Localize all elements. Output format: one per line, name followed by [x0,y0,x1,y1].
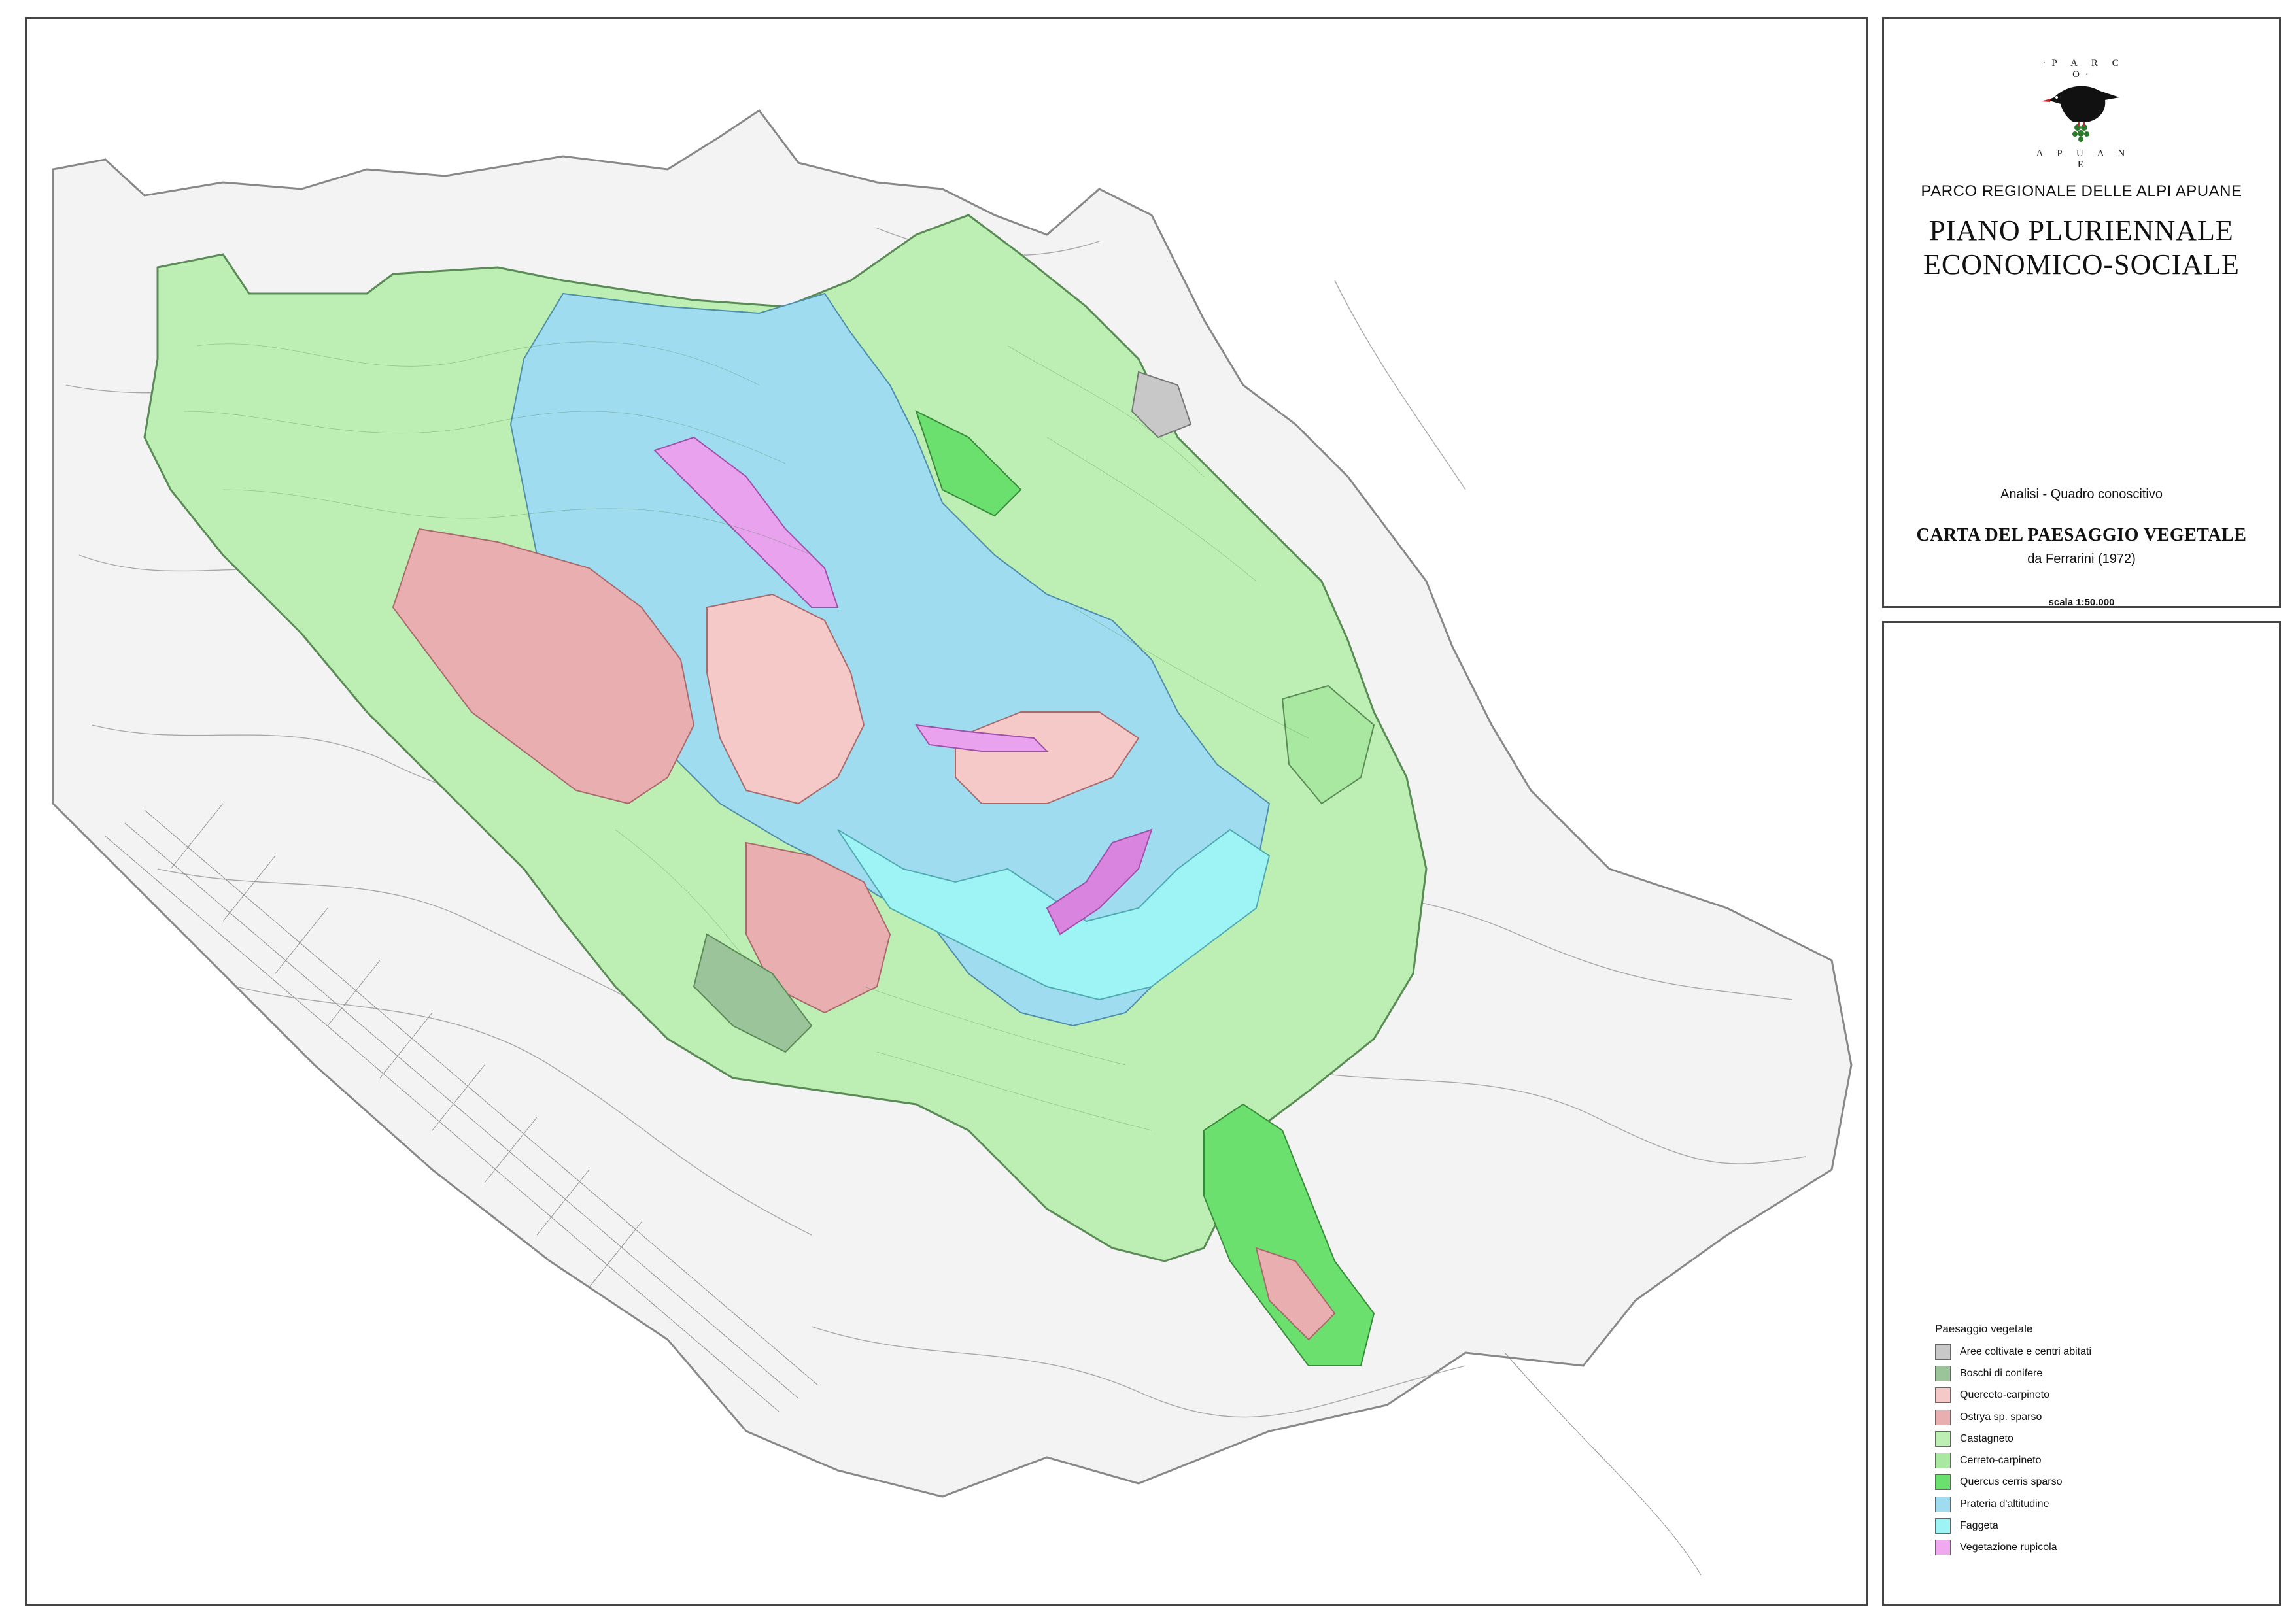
legend-swatch [1935,1474,1951,1491]
legend-item: Castagneto [1935,1428,2091,1449]
legend-item: Faggeta [1935,1515,2091,1536]
legend-label: Cerreto-carpineto [1960,1455,2042,1466]
legend-panel: Paesaggio vegetale Aree coltivate e cent… [1882,621,2281,1606]
chough-bird-icon [2041,86,2119,142]
analysis-label: Analisi - Quadro conoscitivo [2000,487,2163,501]
legend-swatch [1935,1430,1951,1447]
legend-item: Boschi di conifere [1935,1362,2091,1384]
legend-item: Aree coltivate e centri abitati [1935,1341,2091,1362]
legend-label: Aree coltivate e centri abitati [1960,1345,2091,1357]
park-logo: ·P A R C O· A P U A N E [2034,39,2133,170]
map-source: da Ferrarini (1972) [2027,552,2136,566]
legend-item: Ostrya sp. sparso [1935,1406,2091,1428]
legend-swatch [1935,1540,1951,1556]
vegetation-map[interactable] [27,19,1866,1604]
legend-label: Querceto-carpineto [1960,1389,2049,1401]
map-title: CARTA DEL PAESAGGIO VEGETALE [1916,525,2247,545]
logo-bottom-text: A P U A N E [2036,148,2131,170]
legend-items: Aree coltivate e centri abitati Boschi di… [1935,1341,2091,1559]
legend-item: Prateria d'altitudine [1935,1493,2091,1515]
legend-label: Prateria d'altitudine [1960,1498,2049,1510]
legend-item: Quercus cerris sparso [1935,1472,2091,1493]
legend-swatch [1935,1453,1951,1469]
organization-name: PARCO REGIONALE DELLE ALPI APUANE [1921,182,2242,200]
map-scale: scala 1:50.000 [2048,597,2115,608]
map-panel[interactable] [25,17,1868,1606]
legend-item: Cerreto-carpineto [1935,1449,2091,1471]
legend-label: Faggeta [1960,1520,1998,1532]
legend-swatch [1935,1365,1951,1381]
legend-label: Boschi di conifere [1960,1367,2043,1379]
legend-label: Ostrya sp. sparso [1960,1411,2042,1423]
legend-title: Paesaggio vegetale [1935,1323,2033,1335]
legend-swatch [1935,1344,1951,1360]
plan-title-line2: ECONOMICO-SOCIALE [1923,248,2240,280]
legend-label: Castagneto [1960,1432,2013,1444]
legend-swatch [1935,1518,1951,1534]
legend-item: Vegetazione rupicola [1935,1537,2091,1559]
legend-item: Querceto-carpineto [1935,1385,2091,1406]
legend-label: Vegetazione rupicola [1960,1542,2057,1553]
legend-swatch [1935,1496,1951,1512]
plan-title: PIANO PLURIENNALE ECONOMICO-SOCIALE [1884,214,2279,282]
title-block: ·P A R C O· A P U A N E PARCO REGIONALE … [1882,17,2281,608]
legend-swatch [1935,1387,1951,1404]
legend-swatch [1935,1409,1951,1425]
legend-label: Quercus cerris sparso [1960,1476,2063,1488]
legend: Paesaggio vegetale Aree coltivate e cent… [1935,1323,2091,1559]
plan-title-line1: PIANO PLURIENNALE [1929,214,2234,246]
